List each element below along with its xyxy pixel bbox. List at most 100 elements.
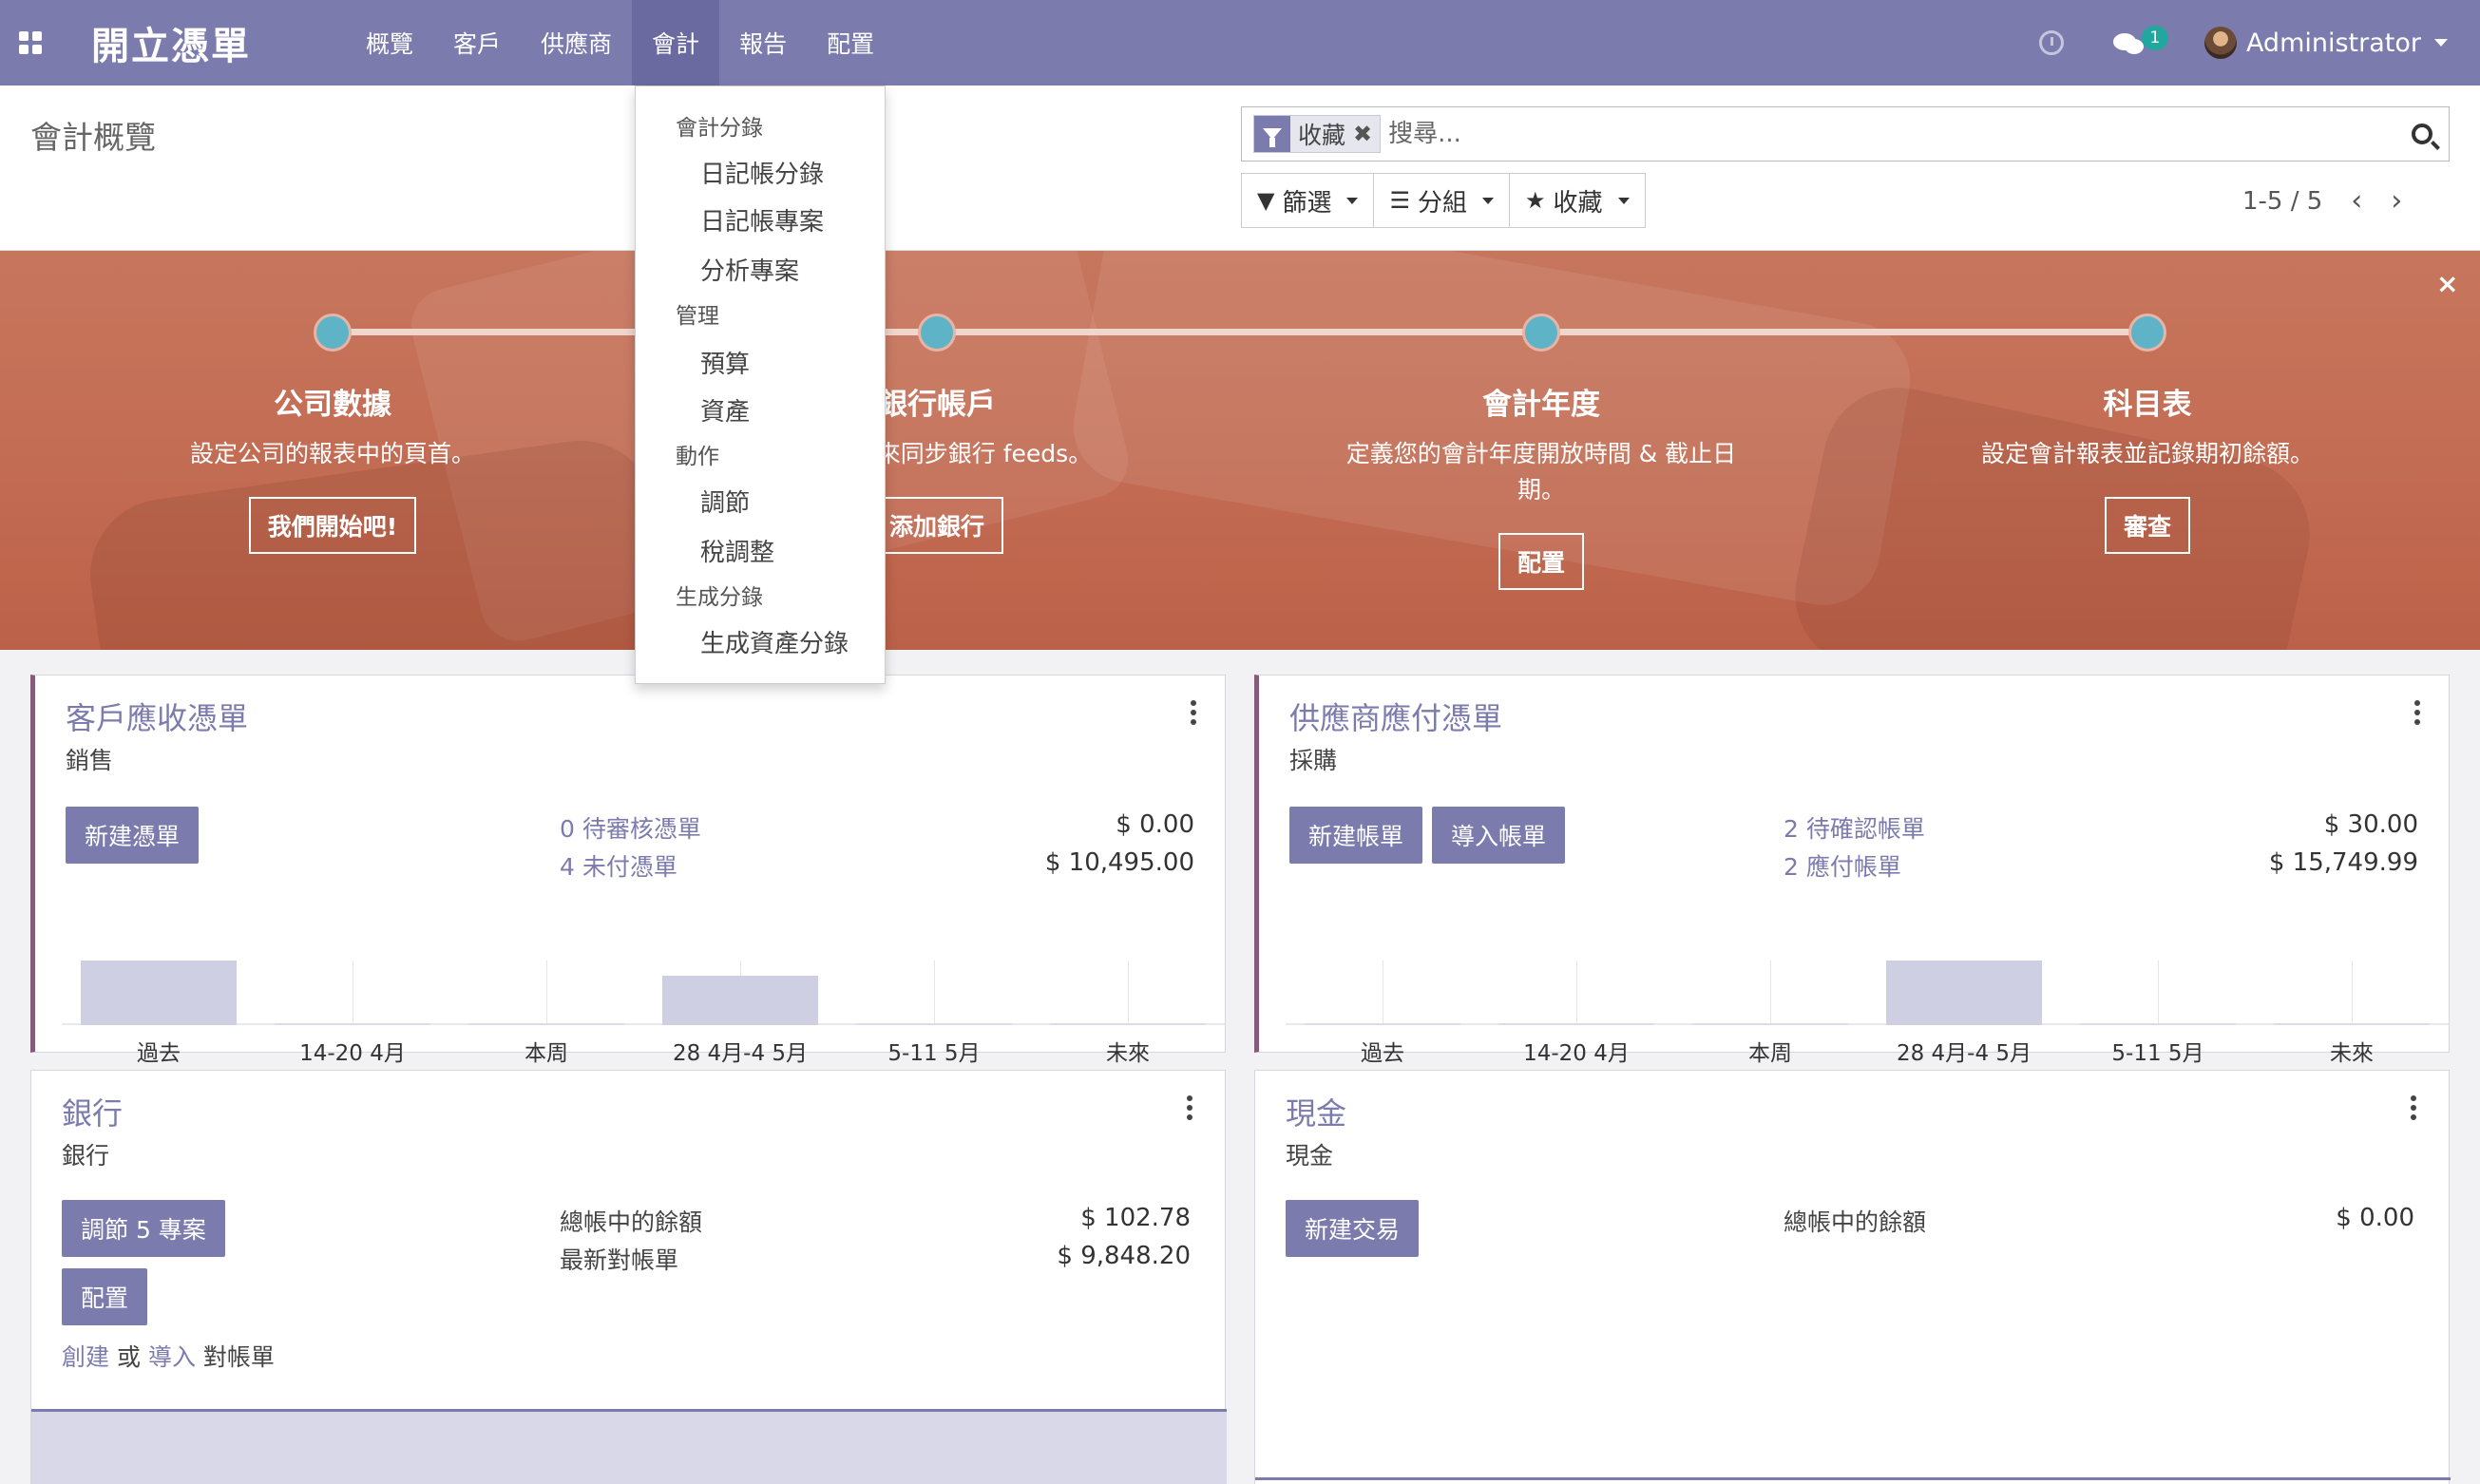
card-menu-icon[interactable] [1191, 700, 1196, 729]
chart-bar[interactable] [2274, 1023, 2430, 1025]
review-button[interactable]: 審查 [2104, 497, 2190, 554]
filter-icon: ▼ [1257, 187, 1275, 214]
facet-remove-icon[interactable]: ✖ [1353, 121, 1380, 147]
chart-tick-label: 過去 [1361, 1041, 1404, 1066]
chat-count-badge: 1 [2141, 26, 2168, 50]
chart-bar[interactable] [1886, 961, 2042, 1025]
reconcile-items-button[interactable]: 調節 5 專案 [62, 1200, 225, 1257]
nav-customers[interactable]: 客戶 [433, 0, 521, 86]
menu-item-tax-adjustments[interactable]: 稅調整 [700, 533, 774, 568]
amount-to-pay: $ 15,749.99 [2268, 848, 2418, 877]
onboarding-banner: 公司數據 設定公司的報表中的頁首。 我們開始吧! 銀行帳戶 銀行科目來同步銀行 … [0, 251, 2480, 650]
search-button[interactable] [2395, 107, 2449, 161]
nav-reports[interactable]: 報告 [719, 0, 807, 86]
latest-statement-amount: $ 9,848.20 [1057, 1242, 1191, 1270]
chart-bar[interactable] [275, 1023, 430, 1025]
step-company-data: 公司數據 設定公司的報表中的頁首。 我們開始吧! [29, 380, 637, 554]
add-bank-button[interactable]: 添加銀行 [869, 497, 1003, 554]
amount-to-validate: $ 30.00 [2323, 810, 2418, 839]
vendor-bills-card: 供應商應付憑單 採購 新建帳單 導入帳單 2 待確認帳單 2 應付帳單 $ 30… [1254, 675, 2450, 1066]
chart-bar[interactable] [1305, 1023, 1460, 1025]
card-menu-icon[interactable] [2414, 700, 2420, 729]
menu-item-analytic-items[interactable]: 分析專案 [700, 252, 799, 287]
nav-overview[interactable]: 概覽 [346, 0, 433, 86]
step-dot [918, 314, 956, 352]
chart-bar[interactable] [81, 961, 237, 1025]
menu-item-journal-entries[interactable]: 日記帳分錄 [700, 155, 824, 190]
import-bill-button[interactable]: 導入帳單 [1432, 807, 1566, 864]
bank-configure-button[interactable]: 配置 [62, 1268, 148, 1325]
card-title[interactable]: 現金 [1286, 1090, 1346, 1133]
filters-label: 篩選 [1282, 188, 1332, 218]
card-subtitle: 銀行 [62, 1142, 110, 1170]
lets-start-button[interactable]: 我們開始吧! [248, 497, 417, 554]
chevron-down-icon [1482, 197, 1495, 204]
chart-bar[interactable] [1498, 1023, 1654, 1025]
pager-value[interactable]: 1-5 / 5 [2242, 187, 2322, 216]
menu-item-journal-items[interactable]: 日記帳專案 [700, 202, 824, 238]
bank-graph-area [31, 1412, 1227, 1484]
card-title[interactable]: 客戶應收憑單 [66, 694, 248, 738]
nav-vendors[interactable]: 供應商 [521, 0, 632, 86]
bills-to-validate-link[interactable]: 2 待確認帳單 [1784, 810, 1925, 845]
menu-item-assets[interactable]: 資產 [700, 392, 750, 428]
chart-gridline [2158, 961, 2159, 1025]
group-by-button[interactable]: ☰ 分組 [1373, 173, 1511, 228]
pager: 1-5 / 5 ‹ › [2242, 184, 2402, 218]
customer-invoices-chart [62, 938, 1225, 1025]
pager-previous-icon[interactable]: ‹ [2351, 184, 2362, 218]
star-icon: ★ [1525, 187, 1546, 214]
user-menu[interactable]: Administrator [2246, 29, 2421, 58]
create-statement-link[interactable]: 創建 [62, 1343, 109, 1371]
new-invoice-button[interactable]: 新建憑單 [66, 807, 200, 864]
chart-bar[interactable] [856, 1023, 1012, 1025]
invoices-to-validate-link[interactable]: 0 待審核憑單 [560, 810, 701, 845]
card-title[interactable]: 銀行 [62, 1090, 123, 1133]
nav-configuration[interactable]: 配置 [807, 0, 894, 86]
menu-item-generate-asset-entries[interactable]: 生成資產分錄 [700, 624, 849, 659]
chart-bar[interactable] [1050, 1023, 1206, 1025]
bank-card: 銀行 銀行 調節 5 專案 配置 總帳中的餘額 最新對帳單 $ 102.78 $… [30, 1070, 1227, 1484]
chart-bar[interactable] [662, 976, 818, 1025]
statement-text: 對帳單 [202, 1343, 275, 1371]
bills-to-pay-link[interactable]: 2 應付帳單 [1784, 848, 1901, 883]
favorites-button[interactable]: ★ 收藏 [1509, 173, 1646, 228]
chevron-down-icon [1617, 197, 1630, 204]
apps-menu-icon[interactable] [2, 0, 59, 86]
card-menu-icon[interactable] [1187, 1095, 1192, 1124]
nav-accounting[interactable]: 會計 [632, 0, 720, 86]
unpaid-invoices-link[interactable]: 4 未付憑單 [560, 848, 677, 883]
card-menu-icon[interactable] [2411, 1095, 2416, 1124]
user-avatar[interactable] [2203, 27, 2237, 59]
step-dot [314, 314, 352, 352]
menu-item-budgets[interactable]: 預算 [700, 345, 750, 380]
chart-bar[interactable] [2080, 1023, 2236, 1025]
chart-bar[interactable] [468, 1023, 624, 1025]
ledger-balance-label: 總帳中的餘額 [560, 1208, 703, 1236]
pager-next-icon[interactable]: › [2391, 184, 2402, 218]
cash-graph-line [1255, 1477, 2451, 1480]
chart-bar[interactable] [1692, 1023, 1848, 1025]
close-icon[interactable]: × [2436, 268, 2458, 299]
search-options: ▼ 篩選 ☰ 分組 ★ 收藏 [1241, 173, 1646, 228]
chart-gridline [934, 961, 935, 1025]
filters-button[interactable]: ▼ 篩選 [1241, 173, 1375, 228]
menu-section-actions: 動作 [676, 445, 719, 469]
menu-item-reconciliation[interactable]: 調節 [700, 484, 750, 519]
activity-clock-icon[interactable] [2038, 30, 2064, 55]
facet-label: 收藏 [1298, 122, 1346, 149]
chart-tick-label: 本周 [1748, 1041, 1792, 1066]
search-input[interactable] [1388, 120, 2395, 148]
card-title[interactable]: 供應商應付憑單 [1289, 694, 1502, 738]
chart-tick-label: 未來 [1106, 1041, 1150, 1066]
favorites-label: 收藏 [1553, 188, 1603, 218]
chevron-down-icon [1346, 197, 1359, 204]
chat-icon[interactable]: 1 [2112, 26, 2168, 56]
import-statement-link[interactable]: 導入 [148, 1343, 196, 1371]
configure-fiscal-button[interactable]: 配置 [1498, 533, 1584, 590]
step-dot [1522, 314, 1560, 352]
step-title: 會計年度 [1482, 388, 1600, 422]
new-bill-button[interactable]: 新建帳單 [1289, 807, 1423, 864]
new-transaction-button[interactable]: 新建交易 [1286, 1200, 1420, 1257]
user-menu-chevron-down-icon[interactable] [2434, 39, 2448, 47]
